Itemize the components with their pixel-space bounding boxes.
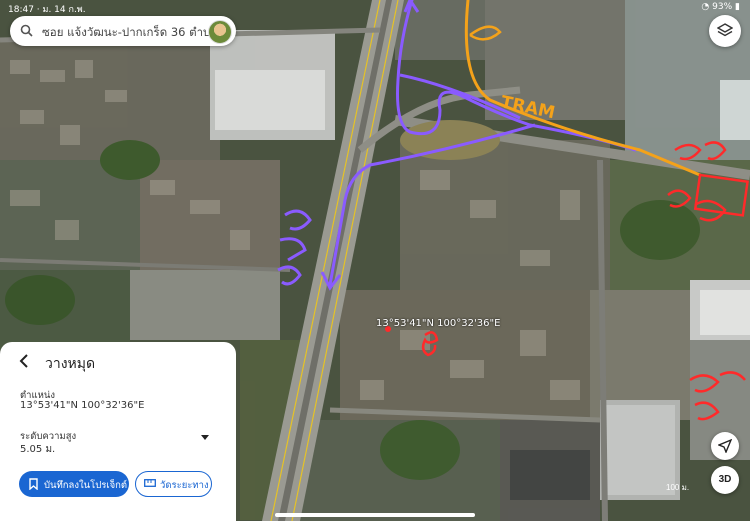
bookmark-icon [29,478,38,490]
greenery [5,275,75,325]
my-location-button[interactable] [711,432,739,460]
warehouse-roof [510,450,590,500]
status-date: ม. 14 ก.พ. [42,5,86,15]
save-to-project-button[interactable]: บันทึกลงในโปรเจ็กต์ [19,471,129,497]
layers-icon [717,23,733,37]
greenery [380,420,460,480]
dropped-pin-panel: วางหมุด ตำแหน่ง 13°53'41"N 100°32'36"E ร… [0,342,236,521]
battery-icon: ▮ [735,2,740,12]
avatar[interactable] [208,20,232,44]
back-button[interactable] [18,353,30,374]
warehouse-roof [720,80,750,140]
elevation-dropdown-icon[interactable] [201,435,209,440]
warehouse-roof [605,405,675,495]
elevation-value: 5.05 ม. [20,444,56,455]
status-time: 18:47 · ม. 14 ก.พ. [8,5,86,15]
greenery [100,140,160,180]
home-indicator[interactable] [275,513,475,517]
measure-distance-button[interactable]: วัดระยะทาง [135,471,212,497]
measure-distance-label: วัดระยะทาง [160,480,209,491]
3d-toggle-button[interactable]: 3D [711,466,739,494]
warehouse-roof [215,70,325,130]
location-value[interactable]: 13°53'41"N 100°32'36"E [20,400,144,411]
map-scale: 100 ม. [666,483,690,492]
greenery [620,200,700,260]
chevron-left-icon [19,354,28,368]
status-battery: ◔ 93% ▮ [701,2,740,12]
ruler-icon [144,479,156,487]
layers-button[interactable] [709,15,741,47]
search-icon [20,24,33,42]
search-bar[interactable]: ซอย แจ้งวัฒนะ-ปากเกร็ด 36 ตำบลคล [10,16,236,46]
status-bar: 18:47 · ม. 14 ก.พ. ◔ 93% ▮ [0,0,750,15]
warehouse-roof [700,290,750,335]
panel-title: วางหมุด [45,356,96,372]
save-to-project-label: บันทึกลงในโปรเจ็กต์ [44,480,128,491]
search-text[interactable]: ซอย แจ้งวัฒนะ-ปากเกร็ด 36 ตำบลคล [42,24,232,42]
wifi-icon: ◔ [701,2,710,12]
navigation-arrow-icon [718,439,732,453]
map-coordinate-label: 13°53'41"N 100°32'36"E [376,318,501,329]
